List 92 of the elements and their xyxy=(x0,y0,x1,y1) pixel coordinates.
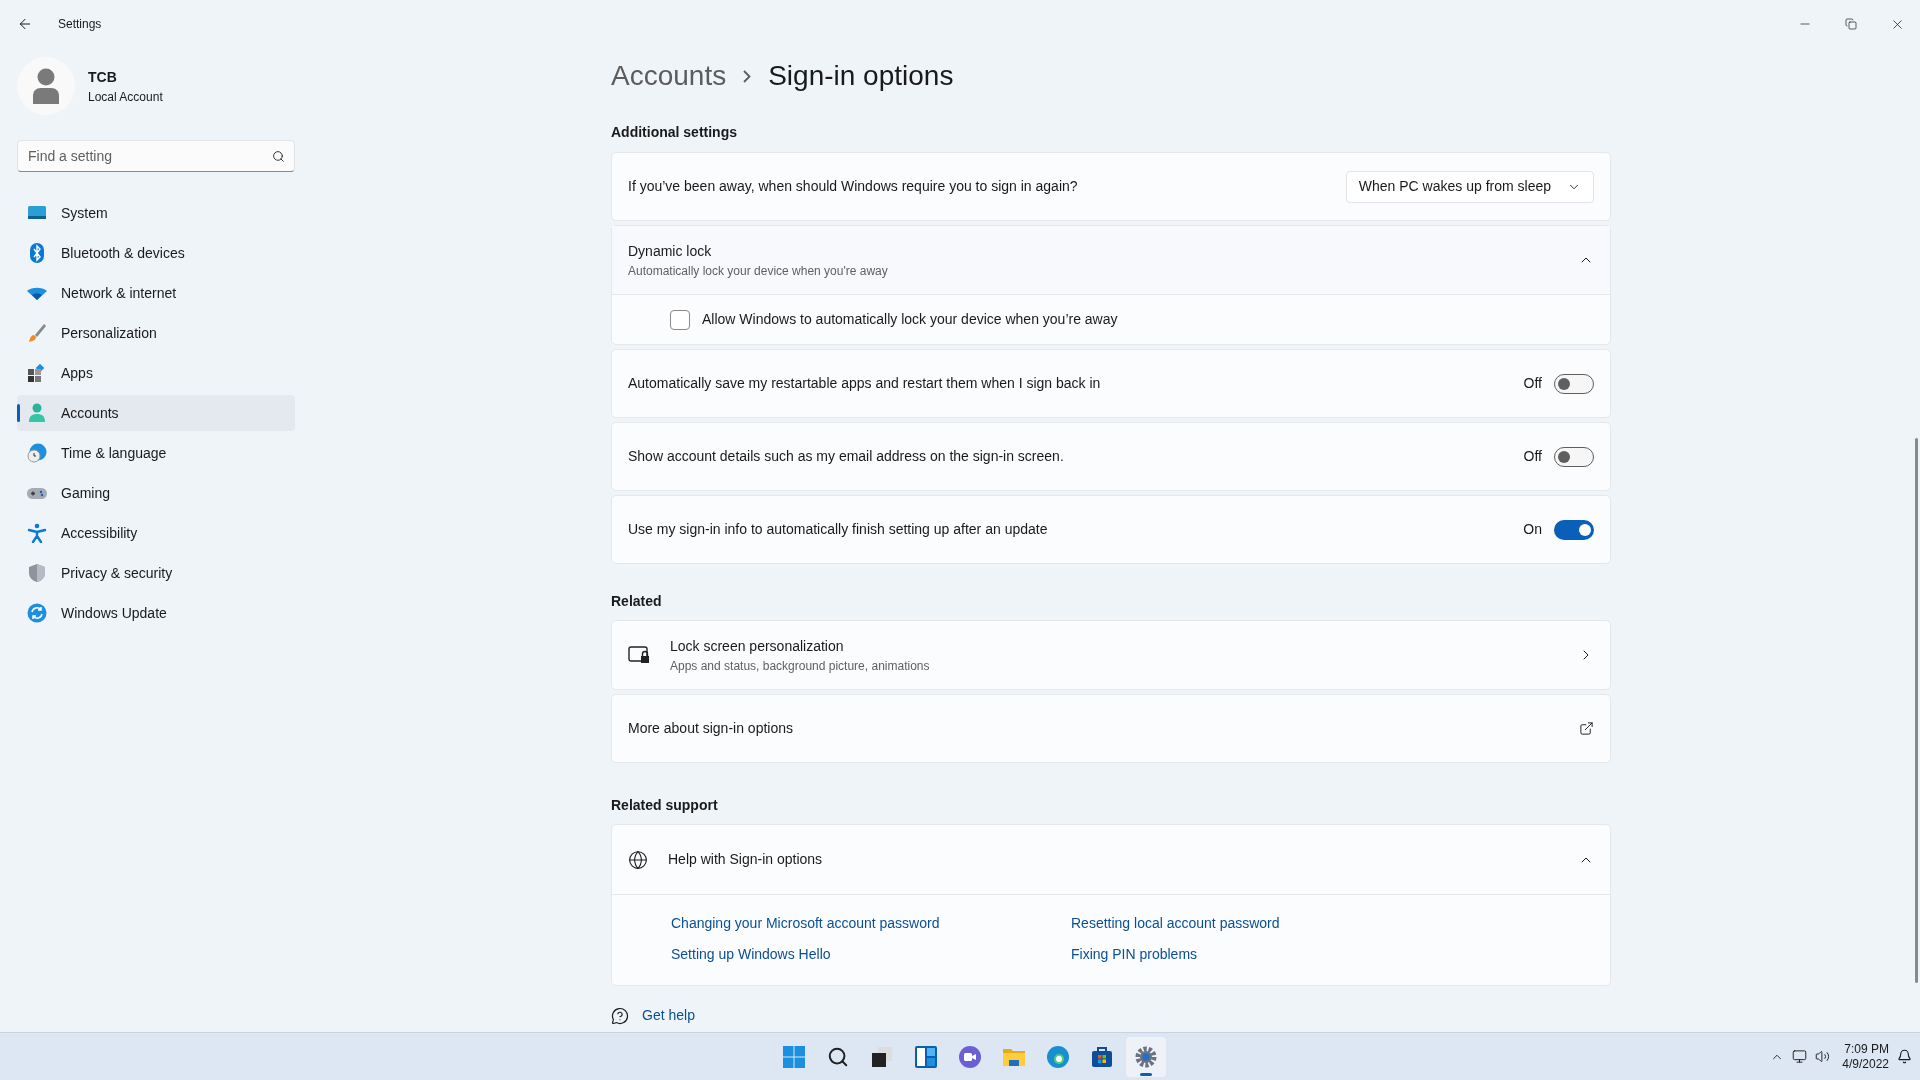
section-heading: Additional settings xyxy=(611,123,738,142)
toggle-state: Off xyxy=(1523,374,1542,393)
help-title: Help with Sign-in options xyxy=(668,850,824,869)
globe-clock-icon xyxy=(27,443,47,463)
link-title: More about sign-in options xyxy=(628,719,793,738)
start-icon xyxy=(782,1044,806,1069)
search-field[interactable]: Find a setting xyxy=(17,140,295,172)
person-icon xyxy=(27,403,47,423)
help-link[interactable]: Fixing PIN problems xyxy=(1071,944,1198,965)
search-icon xyxy=(272,150,285,163)
nav-label: Bluetooth & devices xyxy=(61,243,185,263)
shield-icon xyxy=(27,563,47,583)
nav-item[interactable]: Apps xyxy=(17,355,295,391)
widgets-icon xyxy=(914,1044,938,1069)
video-chat-icon xyxy=(958,1044,982,1069)
checkbox-label: Allow Windows to automatically lock your device when you’re away xyxy=(702,310,1118,329)
nav-item[interactable]: Windows Update xyxy=(17,595,295,631)
nav-item[interactable]: Gaming xyxy=(17,475,295,511)
link-card[interactable]: Lock screen personalization Apps and status, background picture, animations xyxy=(611,620,1611,690)
nav-item[interactable]: Accounts xyxy=(17,395,295,431)
nav-item[interactable]: Personalization xyxy=(17,315,295,351)
nav-label: Personalization xyxy=(61,323,157,343)
setting-label: Show account details such as my email address on the sign-in screen. xyxy=(628,447,1064,466)
scrollbar[interactable] xyxy=(1915,438,1918,983)
setting-label: Automatically save my restartable apps and restart them when I sign back in xyxy=(628,374,1101,393)
checkbox[interactable] xyxy=(670,309,690,330)
active-indicator xyxy=(1140,1072,1152,1076)
apps-icon xyxy=(27,363,47,383)
nav-label: System xyxy=(61,203,108,223)
refresh-icon xyxy=(27,603,47,623)
clock-time[interactable]: 7:09 PM xyxy=(1844,1041,1889,1057)
nav-label: Accounts xyxy=(61,403,119,423)
nav-item[interactable]: Time & language xyxy=(17,435,295,471)
volume-icon[interactable] xyxy=(1815,1049,1831,1064)
nav-label: Network & internet xyxy=(61,283,177,303)
help-link[interactable]: Changing your Microsoft account password xyxy=(671,913,940,934)
setting-title: Dynamic lock xyxy=(628,241,713,261)
toggle-switch[interactable] xyxy=(1554,373,1594,394)
toggle-switch[interactable] xyxy=(1554,519,1594,540)
setting-label: If you’ve been away, when should Windows require you to sign in again? xyxy=(628,177,1078,196)
external-link-icon xyxy=(1579,721,1594,736)
setting-label: Use my sign-in info to automatically finish setting up after an update xyxy=(628,520,1048,539)
back-icon[interactable] xyxy=(17,16,33,32)
toggle-switch[interactable] xyxy=(1554,446,1594,467)
accessibility-icon xyxy=(27,523,47,543)
nav-item[interactable]: Privacy & security xyxy=(17,555,295,591)
section-heading: Related support xyxy=(611,796,719,815)
section-heading: Related xyxy=(611,592,663,611)
breadcrumb-parent[interactable]: Accounts xyxy=(611,55,727,97)
nav-label: Windows Update xyxy=(61,603,167,623)
help-link[interactable]: Setting up Windows Hello xyxy=(671,944,831,965)
account-name: TCB xyxy=(88,67,118,87)
page-title: Sign-in options xyxy=(768,59,954,93)
account-type: Local Account xyxy=(88,88,163,106)
task-view-icon xyxy=(870,1044,894,1069)
chevron-right-icon xyxy=(743,69,752,83)
clock-date[interactable]: 4/9/2022 xyxy=(1842,1056,1889,1072)
toggle-state: On xyxy=(1523,520,1542,539)
restore-icon xyxy=(1845,18,1857,30)
setting-description: Automatically lock your device when you're away xyxy=(628,262,888,280)
nav-label: Gaming xyxy=(61,483,111,503)
bluetooth-icon xyxy=(27,243,47,263)
nav-item[interactable]: Bluetooth & devices xyxy=(17,235,295,271)
nav-label: Accessibility xyxy=(61,523,138,543)
brush-icon xyxy=(27,323,47,343)
nav-label: Privacy & security xyxy=(61,563,173,583)
help-icon xyxy=(611,1006,629,1025)
nav-item[interactable]: Accessibility xyxy=(17,515,295,551)
browser-icon xyxy=(1046,1044,1070,1069)
globe-icon xyxy=(628,849,648,870)
selection-indicator xyxy=(17,404,20,422)
notification-icon[interactable] xyxy=(1897,1049,1912,1064)
nav-label: Time & language xyxy=(61,443,167,463)
expander-header[interactable]: Help with Sign-in options xyxy=(612,825,1610,894)
link-description: Apps and status, background picture, animations xyxy=(670,657,931,675)
window-title: Settings xyxy=(58,16,102,33)
nav-label: Apps xyxy=(61,363,93,383)
expander-header[interactable]: Dynamic lock Automatically lock your device when you're away xyxy=(612,226,1610,294)
get-help-link[interactable]: Get help xyxy=(642,1005,695,1026)
network-icon[interactable] xyxy=(1792,1049,1808,1064)
toggle-state: Off xyxy=(1523,447,1542,466)
store-icon xyxy=(1090,1044,1114,1069)
nav-item[interactable]: Network & internet xyxy=(17,275,295,311)
dropdown[interactable]: When PC wakes up from sleep xyxy=(1345,170,1594,203)
gear-icon xyxy=(1134,1044,1158,1069)
help-link[interactable]: Resetting local account password xyxy=(1071,913,1280,934)
lock-screen-icon xyxy=(628,645,650,665)
link-title: Lock screen personalization xyxy=(670,636,845,656)
person-icon xyxy=(32,68,60,104)
link-card[interactable]: More about sign-in options xyxy=(611,694,1611,763)
nav-item[interactable]: System xyxy=(17,195,295,231)
search-icon xyxy=(827,1045,849,1068)
